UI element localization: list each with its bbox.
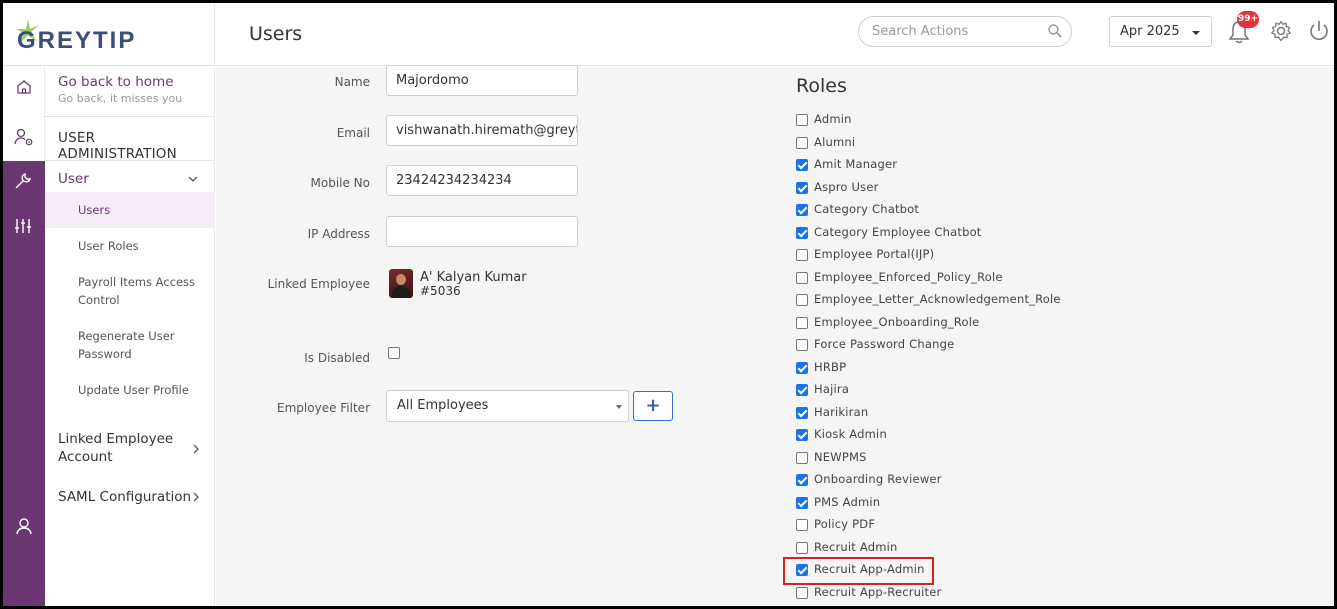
role-label: Kiosk Admin xyxy=(814,427,887,441)
role-checkbox[interactable] xyxy=(796,406,808,419)
sidebar-item-payroll-access[interactable]: Payroll Items Access Control xyxy=(45,273,210,309)
chevron-right-icon[interactable] xyxy=(191,443,201,455)
role-checkbox[interactable] xyxy=(796,586,808,599)
role-checkbox[interactable] xyxy=(796,384,808,396)
role-label: Recruit Admin xyxy=(814,539,898,554)
chevron-down-icon[interactable] xyxy=(187,173,199,185)
logo-text: GREYTIP xyxy=(17,27,137,54)
role-checkbox[interactable] xyxy=(796,114,808,126)
role-label: Employee_Letter_Acknowledgement_Role xyxy=(814,292,1061,306)
go-home-subtitle: Go back, it misses you xyxy=(58,92,183,105)
role-label: NEWPMS xyxy=(814,449,867,464)
email-label: Email xyxy=(336,126,370,140)
name-field[interactable]: Majordomo xyxy=(386,65,578,96)
gear-icon[interactable] xyxy=(1270,20,1292,42)
nav-group-user[interactable]: User xyxy=(58,171,89,187)
role-label: Onboarding Reviewer xyxy=(814,472,942,486)
sidebar-item-user-roles[interactable]: User Roles xyxy=(45,237,215,255)
role-checkbox[interactable] xyxy=(796,429,808,441)
role-label: PMS Admin xyxy=(814,494,881,509)
roles-title: Roles xyxy=(796,75,847,97)
side-navigation: Go back to home Go back, it misses you U… xyxy=(45,67,215,606)
chevron-down-icon xyxy=(1192,31,1200,35)
role-checkbox[interactable] xyxy=(796,159,808,171)
month-value: Apr 2025 xyxy=(1120,24,1180,39)
chevron-right-icon[interactable] xyxy=(191,491,201,503)
user-admin-icon[interactable] xyxy=(14,127,34,147)
month-select[interactable]: Apr 2025 xyxy=(1109,16,1212,47)
profile-icon[interactable] xyxy=(15,517,33,535)
sidebar-item-regenerate-password[interactable]: Regenerate User Password xyxy=(45,327,205,363)
role-label: Alumni xyxy=(814,134,856,149)
section-title: USER ADMINISTRATION xyxy=(58,130,177,162)
role-checkbox[interactable] xyxy=(796,474,808,486)
search-icon[interactable] xyxy=(1048,24,1062,38)
linked-employee-code: #5036 xyxy=(420,284,461,298)
role-label: HRBP xyxy=(814,359,847,374)
is-disabled-checkbox[interactable] xyxy=(388,347,400,359)
divider xyxy=(45,160,215,161)
employee-filter-value: All Employees xyxy=(397,398,489,413)
role-checkbox[interactable] xyxy=(796,294,808,306)
chevron-down-icon xyxy=(616,405,622,409)
role-label: Harikiran xyxy=(814,404,869,419)
is-disabled-label: Is Disabled xyxy=(304,351,370,365)
ip-address-label: IP Address xyxy=(307,227,370,241)
role-label: Employee_Onboarding_Role xyxy=(814,314,980,329)
role-label: Amit Manager xyxy=(814,157,898,171)
role-checkbox[interactable] xyxy=(796,249,808,261)
role-checkbox[interactable] xyxy=(796,361,808,374)
add-filter-button[interactable]: + xyxy=(633,391,673,421)
role-checkbox[interactable] xyxy=(796,226,808,239)
role-checkbox[interactable] xyxy=(796,541,808,554)
wrench-icon[interactable] xyxy=(14,172,32,190)
search-input[interactable] xyxy=(858,16,1072,47)
role-label: Aspro User xyxy=(814,179,879,194)
highlight-annotation-box xyxy=(783,557,934,585)
role-label: Category Chatbot xyxy=(814,202,920,216)
mobile-field[interactable]: 23424234234234 xyxy=(386,165,578,196)
role-label: Employee Portal(IJP) xyxy=(814,247,935,261)
role-checkbox[interactable] xyxy=(796,136,808,149)
email-field[interactable]: vishwanath.hiremath@greytip xyxy=(386,115,578,146)
employee-filter-label: Employee Filter xyxy=(277,401,370,415)
role-checkbox[interactable] xyxy=(796,204,808,216)
role-label: Employee_Enforced_Policy_Role xyxy=(814,269,1003,284)
divider xyxy=(45,116,215,117)
role-checkbox[interactable] xyxy=(796,271,808,284)
notification-badge: 99+ xyxy=(1237,11,1259,28)
linked-employee-name[interactable]: A' Kalyan Kumar xyxy=(420,270,527,285)
name-label: Name xyxy=(334,75,370,89)
go-home-link[interactable]: Go back to home xyxy=(58,74,174,90)
role-label: Hajira xyxy=(814,382,850,396)
role-checkbox[interactable] xyxy=(796,181,808,194)
role-checkbox[interactable] xyxy=(796,316,808,329)
employee-avatar[interactable] xyxy=(389,269,413,298)
sliders-icon[interactable] xyxy=(14,217,32,235)
role-checkbox[interactable] xyxy=(796,496,808,509)
role-checkbox[interactable] xyxy=(796,339,808,351)
nav-group-saml[interactable]: SAML Configuration xyxy=(58,488,208,506)
power-icon[interactable] xyxy=(1308,19,1330,43)
role-label: Force Password Change xyxy=(814,337,955,351)
role-label: Category Employee Chatbot xyxy=(814,224,982,239)
ip-address-field[interactable] xyxy=(386,216,578,247)
role-label: Admin xyxy=(814,112,852,126)
page-title: Users xyxy=(249,23,303,45)
sidebar-item-update-profile[interactable]: Update User Profile xyxy=(45,381,215,399)
nav-group-linked-employee[interactable]: Linked Employee Account xyxy=(58,430,188,466)
role-checkbox[interactable] xyxy=(796,519,808,531)
main-content: Name Majordomo Email vishwanath.hiremath… xyxy=(216,65,1334,606)
sidebar-item-users[interactable]: Users xyxy=(45,192,215,228)
role-label: Recruit App-Recruiter xyxy=(814,584,942,599)
role-label: Policy PDF xyxy=(814,517,876,531)
linked-employee-label: Linked Employee xyxy=(267,277,370,291)
mobile-label: Mobile No xyxy=(310,176,371,190)
role-checkbox[interactable] xyxy=(796,451,808,464)
home-icon[interactable] xyxy=(16,79,32,95)
employee-filter-select[interactable]: All Employees xyxy=(386,390,629,422)
logo[interactable]: GREYTIP xyxy=(3,3,215,66)
